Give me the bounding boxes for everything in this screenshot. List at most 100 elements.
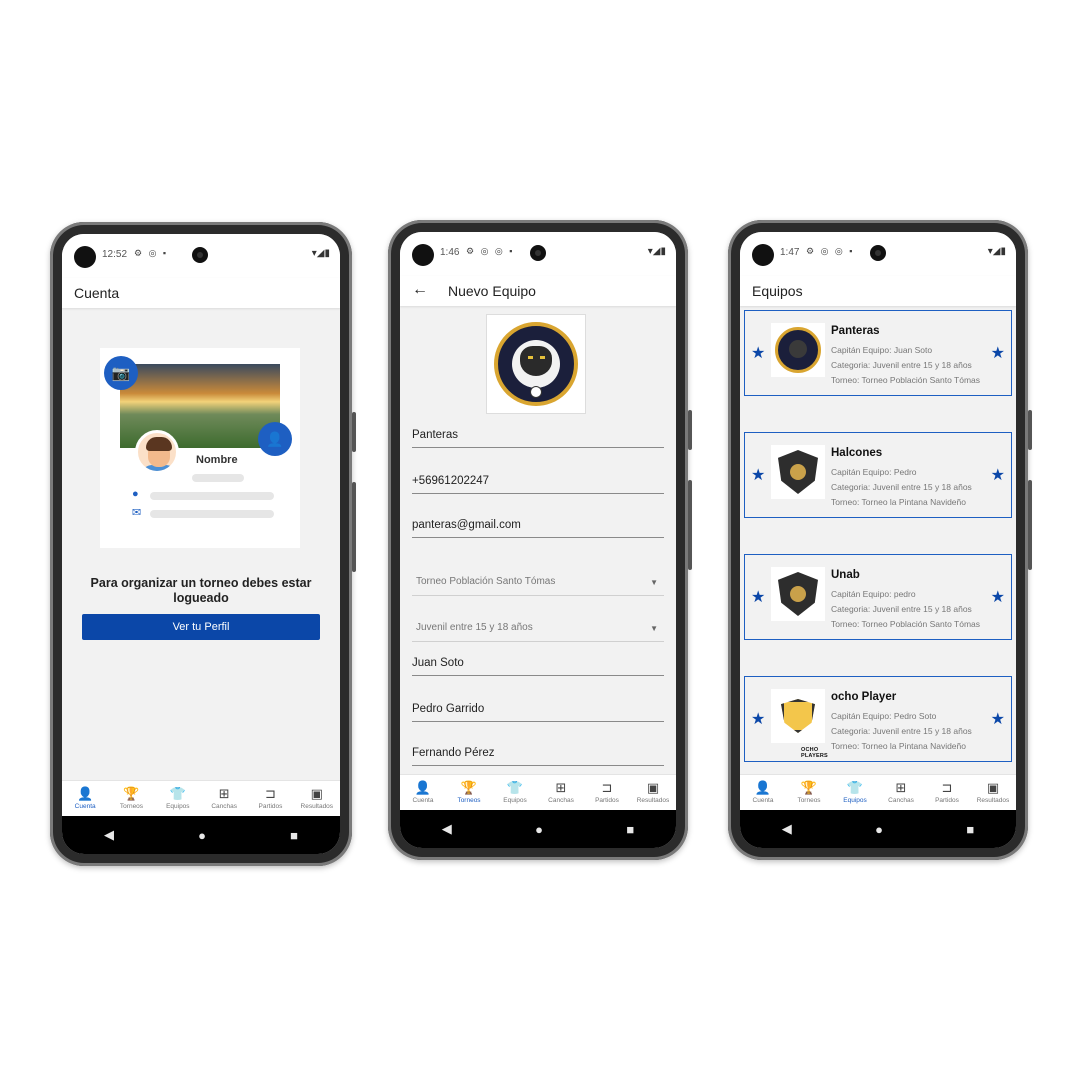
nav-item-partidos[interactable]: ⊐ Partidos xyxy=(584,775,630,810)
home-circle-icon[interactable]: ● xyxy=(198,828,206,843)
field-icon: ⊞ xyxy=(895,780,907,795)
person-icon: 👤 xyxy=(754,780,772,795)
nav-item-label: Partidos xyxy=(935,797,959,804)
star-icon[interactable]: ★ xyxy=(991,587,1005,607)
back-arrow-icon[interactable]: ← xyxy=(412,281,428,299)
team-captain: Capitán Equipo: pedro xyxy=(831,589,916,599)
phone-nuevo-equipo: 1:46 ⚙ ◎ ◎ ▪ ▾◢▮ ← Nuevo Equipo Panteras… xyxy=(388,220,692,860)
nav-item-label: Cuenta xyxy=(752,797,774,804)
star-icon[interactable]: ★ xyxy=(991,465,1005,485)
home-circle-icon[interactable]: ● xyxy=(535,822,543,837)
bottom-nav: 👤 Cuenta 🏆 Torneos 👕 Equipos ⊞ Canchas ⊐ Partidos… xyxy=(62,780,340,816)
back-triangle-icon[interactable]: ◀ xyxy=(782,821,792,837)
nav-item-label: Equipos xyxy=(166,803,190,810)
nav-item-label: Canchas xyxy=(548,797,574,804)
login-notice: Para organizar un torneo debes estar log… xyxy=(90,576,312,605)
bracket-icon: ⊐ xyxy=(941,780,953,795)
team-captain: Capitán Equipo: Pedro Soto xyxy=(831,711,937,721)
team-logo xyxy=(771,567,825,621)
nav-item-label: Torneos xyxy=(457,797,481,804)
star-icon[interactable]: ★ xyxy=(991,709,1005,729)
nav-item-torneos[interactable]: 🏆 Torneos xyxy=(108,781,154,816)
nav-item-resultados[interactable]: ▣ Resultados xyxy=(294,781,340,816)
nav-item-canchas[interactable]: ⊞ Canchas xyxy=(201,781,247,816)
signal-battery-icon: ▾◢▮ xyxy=(987,246,1006,257)
location-pin-icon: ● xyxy=(132,488,139,500)
dropdown-caret-icon: ▼ xyxy=(650,578,658,587)
team-logo xyxy=(771,445,825,499)
team-card[interactable]: ★ Panteras Capitán Equipo: Juan Soto Catego… xyxy=(744,310,1012,396)
team-card[interactable]: ★ Unab Capitán Equipo: pedro Categoria: Juv… xyxy=(744,554,1012,640)
nav-item-canchas[interactable]: ⊞ Canchas xyxy=(538,775,584,810)
email-field[interactable]: panteras@gmail.com xyxy=(412,510,664,538)
star-icon[interactable]: ★ xyxy=(991,343,1005,363)
nav-item-canchas[interactable]: ⊞ Canchas xyxy=(878,775,924,810)
back-triangle-icon[interactable]: ◀ xyxy=(442,821,452,837)
player-field[interactable]: Juan Soto xyxy=(412,648,664,676)
team-logo-image[interactable] xyxy=(486,314,586,414)
trophy-icon: 🏆 xyxy=(800,780,818,795)
app-bar: Cuenta xyxy=(62,278,340,308)
page-title: Equipos xyxy=(752,283,803,299)
star-icon[interactable]: ★ xyxy=(751,709,765,729)
recents-square-icon[interactable]: ■ xyxy=(966,822,974,837)
crest-logo xyxy=(778,450,818,494)
team-name-field[interactable]: Panteras xyxy=(412,420,664,448)
nav-item-cuenta[interactable]: 👤 Cuenta xyxy=(740,775,786,810)
phone-cuenta: 12:52 ⚙ ◎ ▪ ▾◢▮ Cuenta 📷 👤 Nombre ● ✉ Pa… xyxy=(50,222,356,866)
recents-square-icon[interactable]: ■ xyxy=(626,822,634,837)
star-icon[interactable]: ★ xyxy=(751,465,765,485)
verified-user-icon[interactable]: 👤 xyxy=(258,422,292,456)
view-profile-button[interactable]: Ver tu Perfil xyxy=(82,614,320,640)
content: Panteras +56961202247 panteras@gmail.com… xyxy=(400,306,676,774)
nav-item-cuenta[interactable]: 👤 Cuenta xyxy=(62,781,108,816)
logo-text: OCHO PLAYERS xyxy=(801,747,828,759)
shirt-icon: 👕 xyxy=(846,780,864,795)
nav-item-partidos[interactable]: ⊐ Partidos xyxy=(924,775,970,810)
system-nav-bar: ◀ ● ■ xyxy=(62,816,340,854)
star-icon[interactable]: ★ xyxy=(751,587,765,607)
back-triangle-icon[interactable]: ◀ xyxy=(104,827,114,843)
team-name: ocho Player xyxy=(831,691,897,703)
status-time: 1:46 xyxy=(440,247,460,258)
team-card[interactable]: ★ Halcones Capitán Equipo: Pedro Categoria:… xyxy=(744,432,1012,518)
nav-item-partidos[interactable]: ⊐ Partidos xyxy=(247,781,293,816)
home-circle-icon[interactable]: ● xyxy=(875,822,883,837)
signal-battery-icon: ▾◢▮ xyxy=(311,248,330,259)
app-bar: Equipos xyxy=(740,276,1016,306)
player-field[interactable]: Fernando Pérez xyxy=(412,738,664,766)
shield-logo xyxy=(781,699,815,733)
recents-square-icon[interactable]: ■ xyxy=(290,828,298,843)
nav-item-torneos[interactable]: 🏆 Torneos xyxy=(446,775,492,810)
nav-item-equipos[interactable]: 👕 Equipos xyxy=(155,781,201,816)
team-tournament: Torneo: Torneo Población Santo Tómas xyxy=(831,619,981,629)
nav-item-cuenta[interactable]: 👤 Cuenta xyxy=(400,775,446,810)
front-camera xyxy=(752,244,774,266)
nav-item-label: Resultados xyxy=(300,803,334,810)
status-bar: 1:47 ⚙ ◎ ◎ ▪ ▾◢▮ xyxy=(740,232,1016,276)
star-icon[interactable]: ★ xyxy=(751,343,765,363)
nav-item-label: Partidos xyxy=(258,803,283,810)
nav-item-label: Equipos xyxy=(843,797,867,804)
nav-item-resultados[interactable]: ▣ Resultados xyxy=(970,775,1016,810)
phone-field[interactable]: +56961202247 xyxy=(412,466,664,494)
status-time: 1:47 xyxy=(780,247,800,258)
content: 📷 👤 Nombre ● ✉ Para organizar un torneo … xyxy=(62,308,340,780)
nav-item-torneos[interactable]: 🏆 Torneos xyxy=(786,775,832,810)
category-select[interactable]: Juvenil entre 15 y 18 años ▼ xyxy=(412,614,664,642)
team-category: Categoria: Juvenil entre 15 y 18 años xyxy=(831,482,972,492)
status-icons: ⚙ ◎ ◎ ▪ xyxy=(806,246,855,256)
app-bar: ← Nuevo Equipo xyxy=(400,276,676,306)
player-field[interactable]: Pedro Garrido xyxy=(412,694,664,722)
team-name: Unab xyxy=(831,569,860,581)
nav-item-equipos[interactable]: 👕 Equipos xyxy=(832,775,878,810)
shirt-icon: 👕 xyxy=(506,780,524,795)
scoreboard-icon: ▣ xyxy=(986,780,1000,795)
team-card[interactable]: ★ OCHO PLAYERS ocho Player Capitán Equipo: … xyxy=(744,676,1012,762)
nav-item-label: Canchas xyxy=(211,803,237,810)
camera-icon[interactable]: 📷 xyxy=(104,356,138,390)
nav-item-equipos[interactable]: 👕 Equipos xyxy=(492,775,538,810)
nav-item-resultados[interactable]: ▣ Resultados xyxy=(630,775,676,810)
nav-item-label: Equipos xyxy=(503,797,527,804)
tournament-select[interactable]: Torneo Población Santo Tómas ▼ xyxy=(412,568,664,596)
